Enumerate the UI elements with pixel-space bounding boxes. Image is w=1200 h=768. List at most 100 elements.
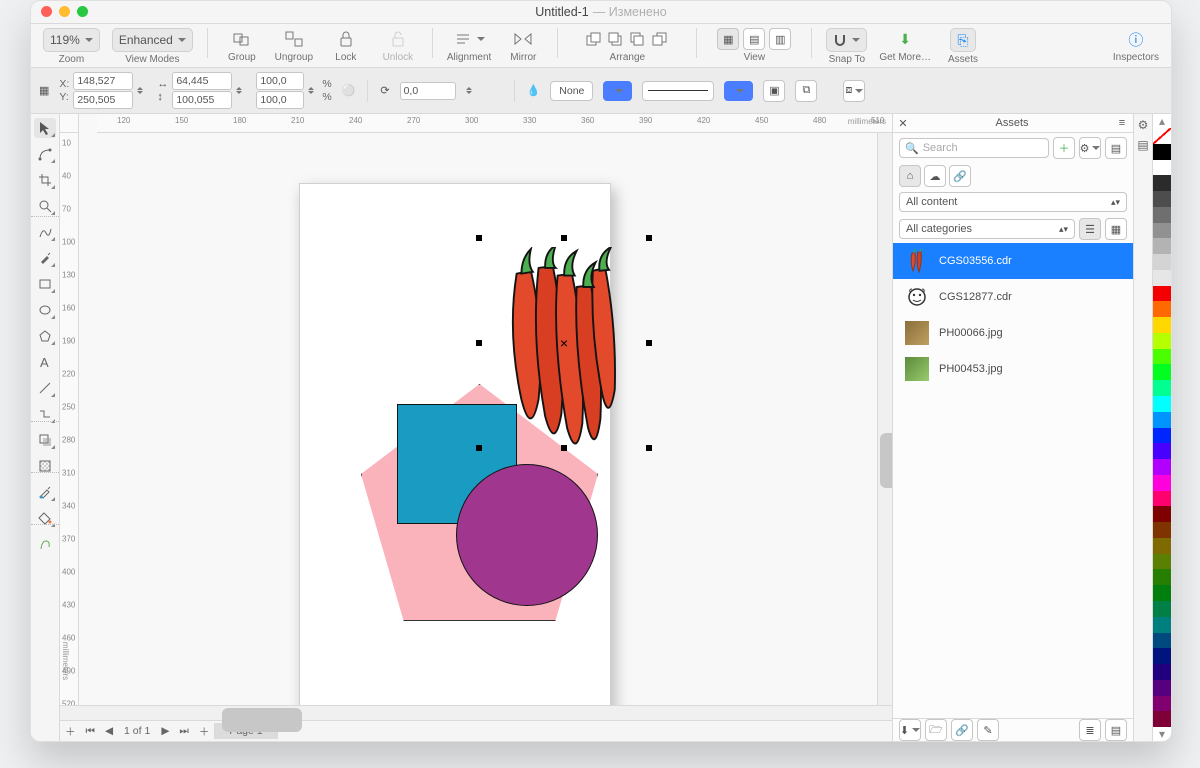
color-swatch[interactable]: [1153, 333, 1171, 349]
object-origin-grid[interactable]: ▦: [39, 84, 49, 97]
palette-up-button[interactable]: ▴: [1153, 114, 1171, 128]
artistic-media-tool[interactable]: [34, 248, 56, 268]
order-front-icon[interactable]: [586, 32, 602, 46]
dimension-tool[interactable]: [34, 378, 56, 398]
color-swatch[interactable]: [1153, 191, 1171, 207]
scale-x-field[interactable]: 100,0: [256, 72, 304, 90]
prev-page-button[interactable]: ◀: [100, 725, 118, 737]
freehand-tool[interactable]: [34, 222, 56, 242]
scrollbar-thumb[interactable]: [880, 433, 892, 488]
color-swatch[interactable]: [1153, 349, 1171, 365]
color-swatch[interactable]: [1153, 238, 1171, 254]
color-swatch[interactable]: [1153, 175, 1171, 191]
asset-item[interactable]: PH00066.jpg: [893, 315, 1133, 351]
wrap-text-icon[interactable]: ▣: [763, 80, 785, 102]
color-swatch[interactable]: [1153, 506, 1171, 522]
category-filter-dropdown[interactable]: All categories ▴▾: [899, 219, 1075, 239]
color-swatch[interactable]: [1153, 428, 1171, 444]
view-modes-value[interactable]: Enhanced: [112, 28, 193, 52]
asset-item[interactable]: CGS03556.cdr: [893, 243, 1133, 279]
cloud-tab[interactable]: ☁: [924, 165, 946, 187]
scale-stepper[interactable]: [308, 82, 318, 100]
color-swatch[interactable]: [1153, 396, 1171, 412]
zoom-tool[interactable]: [34, 196, 56, 216]
color-swatch[interactable]: [1153, 711, 1171, 727]
color-swatch[interactable]: [1153, 364, 1171, 380]
minimize-icon[interactable]: [59, 6, 70, 17]
color-swatch[interactable]: [1153, 696, 1171, 712]
color-swatch[interactable]: [1153, 680, 1171, 696]
first-page-button[interactable]: ⏮: [81, 725, 100, 738]
zoom-value[interactable]: 119%: [43, 28, 100, 52]
link-button[interactable]: 🔗: [951, 719, 973, 741]
vertical-scrollbar[interactable]: [877, 133, 892, 705]
order-backward-icon[interactable]: [630, 32, 646, 46]
crop-tool[interactable]: [34, 170, 56, 190]
import-button[interactable]: ⬇: [899, 719, 921, 741]
color-swatch[interactable]: [1153, 554, 1171, 570]
horizontal-scrollbar[interactable]: [60, 705, 892, 720]
view-grid-icon[interactable]: ▦: [717, 28, 739, 50]
panel-options-button[interactable]: ≡: [1111, 117, 1133, 129]
fill-type-label[interactable]: None: [550, 81, 593, 101]
color-swatch[interactable]: [1153, 286, 1171, 302]
local-tab[interactable]: ⌂: [899, 165, 921, 187]
link-tab[interactable]: 🔗: [949, 165, 971, 187]
objects-inspector-tab[interactable]: ▤: [1137, 138, 1148, 152]
content-filter-dropdown[interactable]: All content ▴▾: [899, 192, 1127, 212]
combine-icon[interactable]: ⧉: [795, 80, 817, 102]
scale-y-field[interactable]: 100,0: [256, 91, 304, 109]
x-field[interactable]: 148,527: [73, 72, 133, 90]
inspectors-button[interactable]: ⓘ Inspectors: [1113, 28, 1159, 63]
ellipse-tool[interactable]: [34, 300, 56, 320]
color-swatch[interactable]: [1153, 538, 1171, 554]
color-swatch[interactable]: [1153, 664, 1171, 680]
trace-bitmap-dropdown[interactable]: ⧈: [843, 80, 865, 102]
close-icon[interactable]: [41, 6, 52, 17]
width-field[interactable]: 64,445: [172, 72, 232, 90]
selection-handle-se[interactable]: [646, 445, 652, 451]
asset-tree-view-icon[interactable]: ▤: [1105, 719, 1127, 741]
color-swatch[interactable]: [1153, 475, 1171, 491]
ruler-horizontal[interactable]: millimeters 1201501802102402703003303603…: [97, 114, 892, 133]
transparency-tool[interactable]: [34, 456, 56, 476]
color-swatch[interactable]: [1153, 207, 1171, 223]
open-folder-button[interactable]: 🗁: [925, 719, 947, 741]
rot-stepper[interactable]: [466, 82, 476, 100]
scrollbar-thumb[interactable]: [222, 708, 302, 732]
color-swatch[interactable]: [1153, 522, 1171, 538]
lock-button[interactable]: Lock: [326, 28, 366, 63]
selection-handle-ne[interactable]: [646, 235, 652, 241]
color-swatch[interactable]: [1153, 270, 1171, 286]
selection-handle-s[interactable]: [561, 445, 567, 451]
pick-tool[interactable]: [34, 118, 56, 138]
color-swatch[interactable]: [1153, 491, 1171, 507]
fill-dropdown[interactable]: [603, 81, 632, 101]
group-button[interactable]: Group: [222, 28, 262, 63]
y-field[interactable]: 250,505: [73, 91, 133, 109]
height-field[interactable]: 100,055: [172, 91, 232, 109]
panel-close-button[interactable]: ✕: [893, 117, 913, 130]
outline-style-dropdown[interactable]: [642, 81, 714, 101]
selection-handle-n[interactable]: [561, 235, 567, 241]
fill-tool[interactable]: [34, 508, 56, 528]
polygon-tool[interactable]: [34, 326, 56, 346]
ungroup-button[interactable]: Ungroup: [274, 28, 314, 63]
color-swatch[interactable]: [1153, 601, 1171, 617]
color-swatch[interactable]: [1153, 254, 1171, 270]
wh-stepper[interactable]: [236, 82, 246, 100]
color-swatch[interactable]: [1153, 317, 1171, 333]
get-more-button[interactable]: ⬇ Get More…: [879, 28, 931, 63]
alignment-button[interactable]: Alignment: [447, 28, 491, 63]
selection-handle-sw[interactable]: [476, 445, 482, 451]
window-titlebar[interactable]: Untitled-1 — Изменено: [31, 1, 1171, 24]
palette-down-button[interactable]: ▾: [1153, 727, 1171, 741]
next-page-button[interactable]: ▶: [156, 725, 174, 737]
grid-view-button[interactable]: ▦: [1105, 218, 1127, 240]
asset-item[interactable]: PH00453.jpg: [893, 351, 1133, 387]
selection-handle-e[interactable]: [646, 340, 652, 346]
order-back-icon[interactable]: [652, 32, 668, 46]
xy-stepper[interactable]: [137, 82, 147, 100]
rotation-field[interactable]: 0,0: [400, 82, 456, 100]
zoom-dropdown[interactable]: 119% Zoom: [43, 28, 100, 65]
